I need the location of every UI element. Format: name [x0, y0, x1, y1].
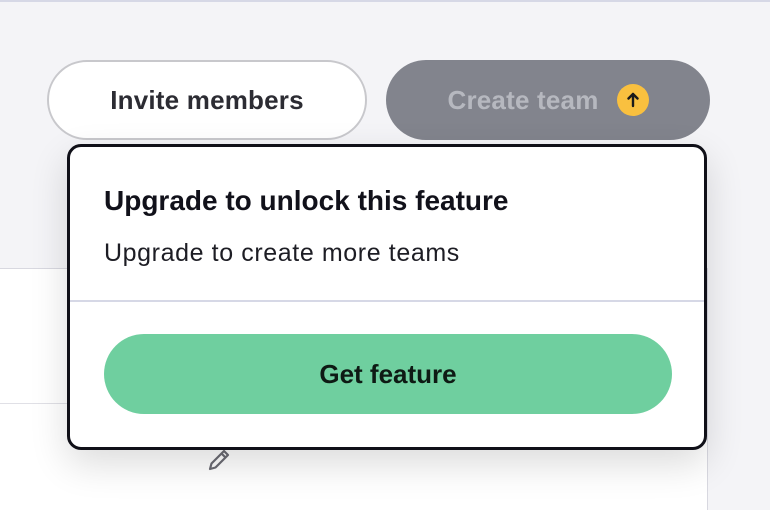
popover-divider [70, 300, 704, 302]
invite-members-button[interactable]: Invite members [47, 60, 367, 140]
create-team-button[interactable]: Create team [386, 60, 710, 140]
pencil-icon[interactable] [205, 446, 233, 474]
get-feature-label: Get feature [319, 358, 457, 389]
get-feature-button[interactable]: Get feature [104, 334, 672, 414]
upgrade-popover: Upgrade to unlock this feature Upgrade t… [67, 144, 707, 450]
popover-description: Upgrade to create more teams [104, 239, 460, 267]
page: Invite members Create team Upgrade to un… [0, 0, 770, 510]
popover-title: Upgrade to unlock this feature [104, 185, 509, 216]
arrow-up-icon [616, 84, 649, 116]
create-team-label: Create team [447, 84, 599, 115]
invite-members-label: Invite members [110, 84, 304, 115]
